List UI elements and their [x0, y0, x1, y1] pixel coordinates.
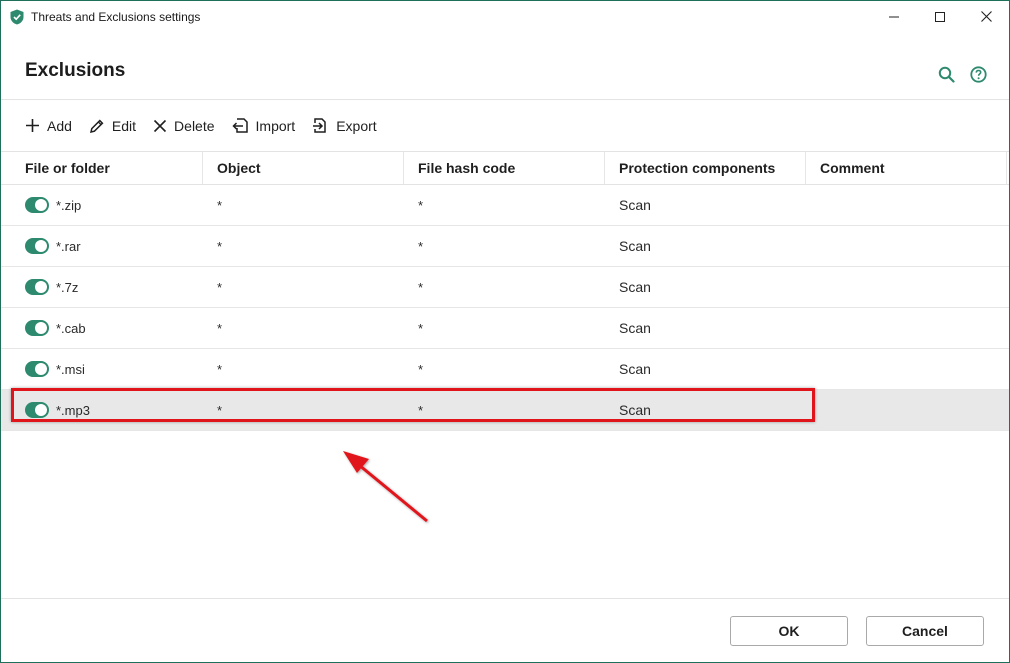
table-row[interactable]: *.cab * * Scan — [1, 308, 1009, 349]
cell-components: Scan — [619, 320, 651, 336]
column-header-hash[interactable]: File hash code — [404, 152, 605, 184]
cell-file: *.zip — [1, 185, 203, 225]
header-icons — [937, 65, 987, 83]
page-header: Exclusions — [1, 32, 1009, 100]
title-bar: Threats and Exclusions settings — [1, 1, 1009, 32]
delete-x-icon — [153, 119, 167, 132]
cell-hash: * — [418, 197, 424, 213]
cell-file: *.cab — [1, 308, 203, 348]
enabled-toggle[interactable] — [25, 320, 49, 336]
maximize-icon — [935, 11, 945, 22]
enabled-toggle[interactable] — [25, 402, 49, 418]
window-controls — [871, 1, 1009, 32]
cell-components: Scan — [619, 279, 651, 295]
cell-hash: * — [418, 361, 424, 377]
table-row[interactable]: *.msi * * Scan — [1, 349, 1009, 390]
toolbar: Add Edit Delete Import Export — [1, 100, 1009, 152]
minimize-button[interactable] — [871, 1, 917, 32]
cell-hash: * — [418, 238, 424, 254]
cell-components: Scan — [619, 402, 651, 418]
export-icon — [313, 118, 326, 133]
cell-hash: * — [418, 320, 424, 336]
minimize-icon — [889, 16, 899, 17]
help-icon[interactable] — [969, 65, 987, 83]
cell-file: *.msi — [1, 349, 203, 389]
delete-label: Delete — [174, 117, 215, 134]
cell-object: * — [217, 279, 223, 295]
enabled-toggle[interactable] — [25, 238, 49, 254]
table-row[interactable]: *.zip * * Scan — [1, 185, 1009, 226]
maximize-button[interactable] — [917, 1, 963, 32]
ok-button[interactable]: OK — [730, 616, 848, 646]
cell-object: * — [217, 238, 223, 254]
cell-comment — [806, 390, 1007, 430]
import-button[interactable]: Import — [231, 117, 296, 134]
page-title: Exclusions — [25, 60, 126, 81]
window-title: Threats and Exclusions settings — [31, 9, 201, 24]
table-row-selected[interactable]: *.mp3 * * Scan — [1, 390, 1009, 431]
pencil-icon — [89, 119, 104, 133]
cell-object: * — [217, 402, 223, 418]
file-mask: *.cab — [56, 320, 86, 336]
enabled-toggle[interactable] — [25, 197, 49, 213]
import-icon — [231, 118, 248, 133]
cell-file: *.rar — [1, 226, 203, 266]
table-header: File or folder Object File hash code Pro… — [1, 152, 1009, 185]
plus-icon — [26, 119, 39, 132]
cell-comment — [806, 308, 1007, 348]
cell-comment — [806, 267, 1007, 307]
table-row[interactable]: *.7z * * Scan — [1, 267, 1009, 308]
file-mask: *.7z — [56, 279, 79, 295]
cell-object: * — [217, 197, 223, 213]
add-button[interactable]: Add — [25, 118, 72, 134]
exclusions-table: File or folder Object File hash code Pro… — [1, 152, 1009, 431]
dialog-footer: OK Cancel — [1, 598, 1009, 662]
annotation-arrow-icon — [343, 451, 428, 523]
cell-comment — [806, 349, 1007, 389]
export-button[interactable]: Export — [312, 117, 377, 134]
column-header-components[interactable]: Protection components — [605, 152, 806, 184]
cell-components: Scan — [619, 197, 651, 213]
column-header-comment[interactable]: Comment — [806, 152, 1007, 184]
edit-label: Edit — [111, 117, 137, 134]
file-mask: *.rar — [56, 238, 81, 254]
cell-comment — [806, 185, 1007, 225]
close-button[interactable] — [963, 1, 1009, 32]
add-label: Add — [47, 117, 72, 134]
cell-components: Scan — [619, 238, 651, 254]
search-icon[interactable] — [937, 65, 955, 83]
shield-icon — [10, 9, 24, 25]
file-mask: *.mp3 — [56, 402, 90, 418]
enabled-toggle[interactable] — [25, 361, 49, 377]
import-label: Import — [255, 117, 296, 134]
cell-hash: * — [418, 279, 424, 295]
cell-object: * — [217, 361, 223, 377]
file-mask: *.msi — [56, 361, 85, 377]
enabled-toggle[interactable] — [25, 279, 49, 295]
cell-components: Scan — [619, 361, 651, 377]
cell-comment — [806, 226, 1007, 266]
cell-hash: * — [418, 402, 424, 418]
column-header-object[interactable]: Object — [203, 152, 404, 184]
settings-window: Threats and Exclusions settings Exclusio… — [0, 0, 1010, 663]
cell-object: * — [217, 320, 223, 336]
column-header-file[interactable]: File or folder — [1, 152, 203, 184]
close-icon — [980, 11, 992, 22]
cancel-button[interactable]: Cancel — [866, 616, 984, 646]
table-row[interactable]: *.rar * * Scan — [1, 226, 1009, 267]
delete-button[interactable]: Delete — [153, 117, 215, 134]
edit-button[interactable]: Edit — [89, 118, 136, 134]
file-mask: *.zip — [56, 197, 82, 213]
cell-file: *.7z — [1, 267, 203, 307]
export-label: Export — [336, 117, 377, 134]
cell-file: *.mp3 — [1, 390, 203, 430]
